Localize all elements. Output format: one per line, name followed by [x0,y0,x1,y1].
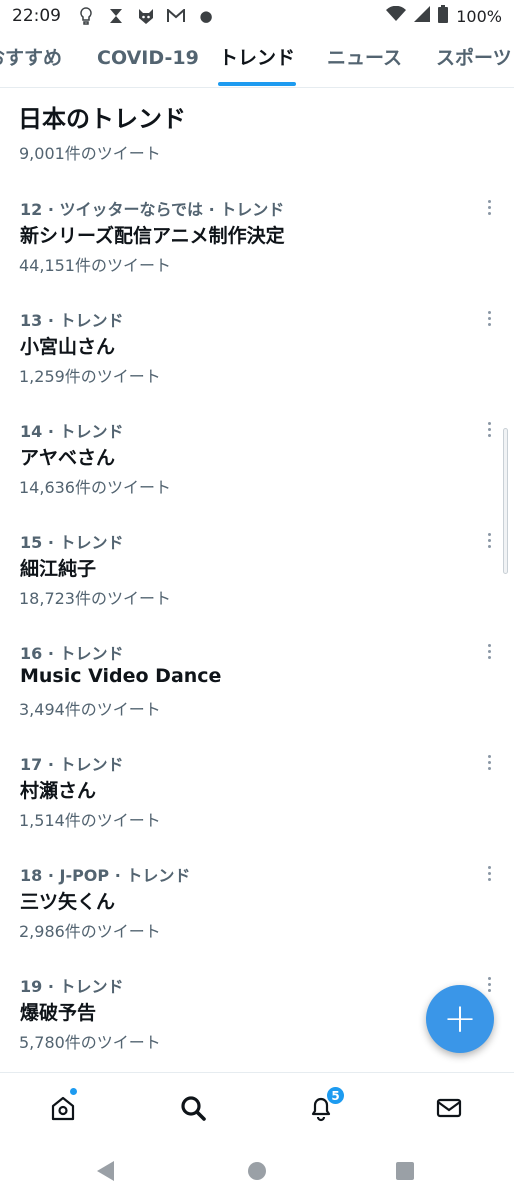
more-notifications-dot: ● [199,7,213,25]
status-notification-icons: ● [77,7,215,25]
recent-apps-icon[interactable] [396,1162,414,1180]
signal-icon [414,6,431,26]
home-button-icon[interactable] [248,1162,266,1180]
section-title: 日本のトレンド [18,105,186,133]
trend-item[interactable]: 13 · トレンド 小宮山さん 1,259件のツイート [0,307,514,418]
more-options-icon[interactable] [480,529,498,551]
trend-meta: 15 · トレンド [20,533,124,552]
trend-tweet-count: 3,494件のツイート [19,700,161,719]
tab-sports[interactable]: スポーツ [436,32,512,87]
status-time: 22:09 [12,6,61,26]
active-tab-indicator [218,82,296,86]
trend-item[interactable]: 12 · ツイッターならでは · トレンド 新シリーズ配信アニメ制作決定 44,… [0,196,514,307]
trend-item[interactable]: 16 · トレンド Music Video Dance 3,494件のツイート [0,640,514,751]
trend-name: 細江純子 [20,558,97,580]
explore-tabs: おすすめ COVID-19 トレンド ニュース スポーツ [0,32,514,88]
trend-name: 小宮山さん [20,336,116,358]
trend-item[interactable]: 15 · トレンド 細江純子 18,723件のツイート [0,529,514,640]
lightbulb-icon [77,7,95,25]
trend-tweet-count: 14,636件のツイート [19,478,171,497]
trend-name: 爆破予告 [20,1002,97,1024]
notifications-badge: 5 [326,1086,345,1105]
trend-name: 村瀬さん [20,780,97,802]
system-navigation-bar [0,1142,514,1200]
status-right: 100% [386,5,502,27]
trend-name: Music Video Dance [20,665,222,687]
trend-tweet-count: 5,780件のツイート [19,1033,161,1052]
search-icon[interactable] [178,1093,208,1123]
home-icon[interactable] [48,1093,78,1123]
tab-covid19[interactable]: COVID-19 [97,32,199,87]
more-options-icon[interactable] [480,196,498,218]
hourglass-icon [107,7,125,25]
trend-name: 三ツ矢くん [20,891,116,913]
trend-meta: 19 · トレンド [20,977,124,996]
trend-item[interactable]: 17 · トレンド 村瀬さん 1,514件のツイート [0,751,514,862]
trend-tweet-count: 44,151件のツイート [19,256,171,275]
trend-item[interactable]: 18 · J-POP · トレンド 三ツ矢くん 2,986件のツイート [0,862,514,973]
trend-meta: 16 · トレンド [20,644,124,663]
tab-news[interactable]: ニュース [327,32,402,87]
tab-trends[interactable]: トレンド [219,32,295,87]
more-options-icon[interactable] [480,862,498,884]
back-icon[interactable] [97,1161,114,1181]
more-options-icon[interactable] [480,640,498,662]
trend-tweet-count: 1,259件のツイート [19,367,161,386]
more-options-icon[interactable] [480,418,498,440]
trend-meta: 12 · ツイッターならでは · トレンド [20,200,285,219]
trend-tweet-count: 18,723件のツイート [19,589,171,608]
tab-recommended[interactable]: おすすめ [0,32,62,87]
more-options-icon[interactable] [480,751,498,773]
messages-envelope-icon[interactable] [434,1093,464,1123]
battery-level: 100% [456,6,502,26]
trend-tweet-count: 2,986件のツイート [19,922,161,941]
compose-tweet-button[interactable]: + [426,985,494,1053]
more-options-icon[interactable] [480,973,498,995]
trend-meta: 13 · トレンド [20,311,124,330]
app-screen: 22:09 ● 100% すすめ COVID-19 トレンド ニュース スポーツ… [0,0,514,1200]
trend-tweet-count: 9,001件のツイート [19,144,161,163]
trend-meta: 18 · J-POP · トレンド [20,866,191,885]
trend-meta: 14 · トレンド [20,422,124,441]
trend-tweet-count: 1,514件のツイート [19,811,161,830]
fox-icon [137,7,155,25]
trend-item[interactable]: 14 · トレンド アヤベさん 14,636件のツイート [0,418,514,529]
more-options-icon[interactable] [480,307,498,329]
trend-name: 新シリーズ配信アニメ制作決定 [20,225,285,247]
mail-icon [167,7,185,25]
status-bar: 22:09 ● 100% [0,0,514,32]
trends-list: 日本のトレンド 9,001件のツイート 12 · ツイッターならでは · トレン… [0,89,514,1072]
home-new-dot [69,1087,78,1096]
wifi-icon [386,5,407,26]
trend-meta: 17 · トレンド [20,755,124,774]
battery-icon [438,5,449,27]
trend-name: アヤベさん [20,447,116,469]
bottom-navigation: 5 [0,1072,514,1142]
scrollbar[interactable] [503,428,508,574]
